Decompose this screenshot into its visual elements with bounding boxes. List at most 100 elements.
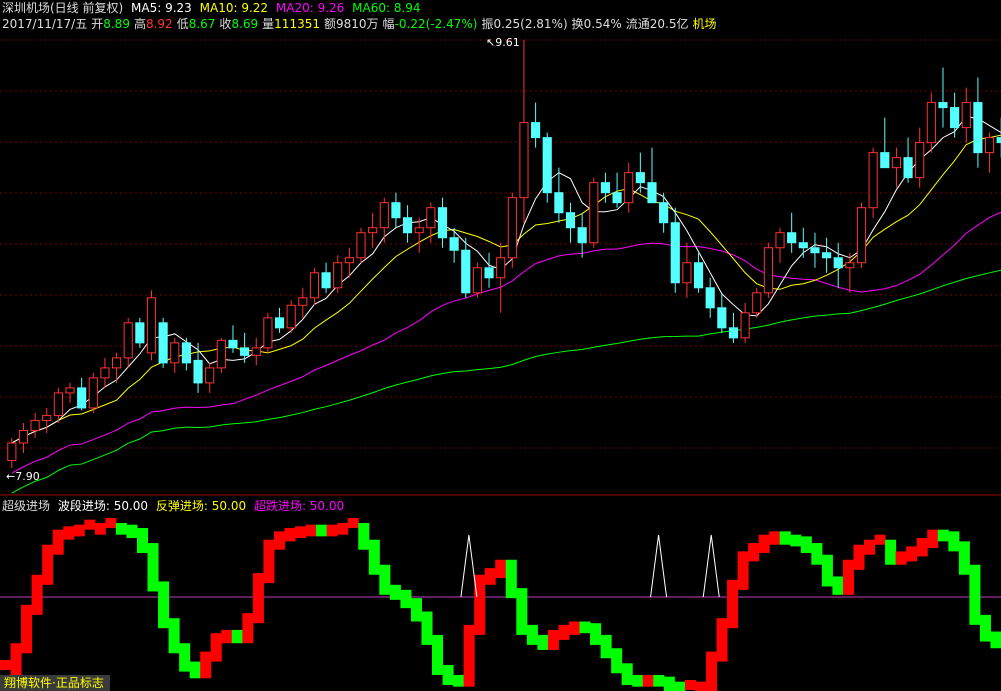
candle-body (158, 322, 168, 364)
candle-body (135, 322, 145, 344)
high-marker-value: 9.61 (495, 36, 520, 49)
indicator-bar (547, 629, 559, 650)
candle-body (833, 257, 843, 269)
candle-body (554, 192, 564, 214)
indicator-bar (727, 579, 739, 629)
indicator-bar (94, 523, 106, 535)
candle-body (810, 247, 820, 254)
ma20-value: MA20: 9.26 (275, 1, 345, 15)
candle-body (984, 137, 995, 154)
indicator-bar (769, 531, 781, 545)
candle-body (752, 292, 762, 314)
candle-body (437, 207, 448, 239)
superfall-entry-value: 超跌进场: 50.00 (253, 499, 345, 513)
indicator-bar (674, 681, 686, 691)
indicator-bar (748, 543, 760, 562)
candle-body (274, 317, 285, 329)
change-value: -0.22(-2.47%) (394, 17, 478, 31)
indicator-bar (990, 631, 1001, 649)
candle-body (298, 297, 308, 306)
rebound-entry-value: 反弹进场: 50.00 (155, 499, 247, 513)
indicator-steps[interactable] (0, 518, 1001, 691)
candle-body (519, 122, 529, 199)
indicator-bar (242, 613, 254, 644)
indicator-bar (316, 524, 328, 537)
high-label: 高 (133, 17, 146, 31)
stock-chart[interactable] (0, 0, 1001, 691)
sector-link[interactable]: 机场 (693, 17, 717, 31)
indicator-bar (0, 659, 12, 670)
candle-body (461, 249, 471, 294)
indicator-bar (305, 524, 317, 537)
header-row-2: 2017/11/17/五 开8.89 高8.92 低8.67 收8.69 量111351 额… (2, 17, 721, 31)
candle-body (309, 272, 320, 299)
indicator-bar (969, 564, 981, 625)
high-marker: ↖9.61 (486, 36, 520, 49)
indicator-bar (579, 621, 591, 634)
high-value: 8.92 (145, 17, 173, 31)
indicator-bar (105, 518, 117, 529)
stock-name[interactable]: 深圳机场(日线 前复权) (2, 1, 123, 15)
candle-body (53, 392, 63, 416)
indicator-bar (347, 518, 359, 529)
indicator-bar (200, 651, 212, 679)
indicator-bar (495, 559, 507, 579)
candle-body (42, 414, 52, 421)
indicator-bar (263, 539, 275, 584)
indicator-bar (937, 529, 949, 542)
candlestick-series[interactable] (7, 40, 1001, 468)
candle-body (426, 207, 436, 229)
indicator-bar (158, 581, 170, 629)
ma60-line (11, 269, 1001, 494)
indicator-bar (600, 634, 612, 659)
candle-body (763, 247, 773, 294)
indicator-bar (147, 543, 159, 592)
amount-label: 额 (323, 17, 336, 31)
indicator-bar (295, 526, 307, 539)
candle-body (693, 262, 704, 289)
indicator-bar (653, 674, 665, 687)
close-value: 8.69 (231, 17, 259, 31)
indicator-bar (337, 523, 349, 535)
indicator-bar (558, 624, 570, 640)
indicator-bar (526, 624, 538, 645)
candle-body (181, 342, 191, 364)
indicator-bar (737, 551, 749, 590)
indicator-bar (906, 546, 918, 562)
candle-body (18, 429, 29, 444)
volume-label: 量 (262, 17, 275, 31)
ma10-value: MA10: 9.22 (199, 1, 269, 15)
indicator-name[interactable]: 超级进场 (2, 499, 50, 513)
indicator-bar (895, 551, 907, 565)
candle-body (356, 232, 366, 259)
indicator-bar (273, 531, 285, 550)
candle-body (368, 227, 378, 234)
candle-body (193, 359, 203, 384)
rebound-peak (650, 534, 668, 598)
indicator-bar (568, 621, 581, 635)
indicator-bar (73, 524, 85, 537)
indicator-bar (811, 543, 823, 565)
volume-value: 111351 (274, 17, 320, 31)
candle-body (496, 257, 506, 279)
candle-body (170, 342, 180, 364)
candle-body (472, 267, 482, 294)
candle-body (286, 304, 296, 329)
indicator-bar (252, 573, 264, 624)
candle-body (565, 212, 576, 229)
indicator-bar (800, 536, 812, 554)
indicator-bar (853, 544, 865, 570)
candle-body (379, 202, 389, 229)
indicator-bar (358, 523, 370, 550)
indicator-bar (979, 614, 991, 642)
candle-body (65, 387, 75, 394)
indicator-bar (42, 544, 54, 585)
indicator-bar (874, 534, 886, 545)
indicator-bar (790, 534, 802, 547)
candle-body (682, 262, 692, 284)
candle-body (391, 202, 401, 219)
ma5-line (11, 116, 1001, 444)
indicator-bar (221, 629, 233, 644)
candle-body (798, 242, 808, 249)
indicator-bar (389, 584, 401, 600)
